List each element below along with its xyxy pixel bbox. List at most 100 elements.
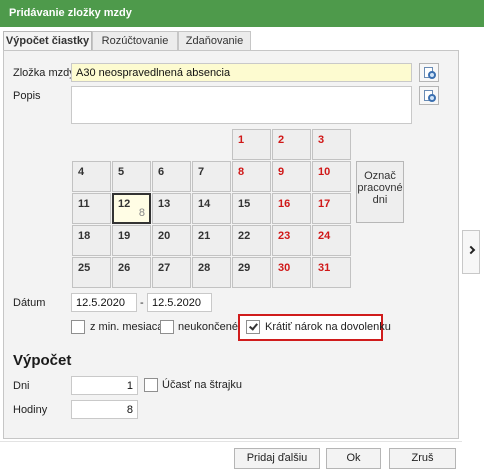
calendar-day[interactable]: 31 — [312, 257, 351, 288]
datum-from-field[interactable]: 12.5.2020 — [71, 293, 137, 312]
kratit-narok-checkbox[interactable] — [246, 320, 260, 334]
calendar-day[interactable]: 7 — [192, 161, 231, 192]
calendar-day-number: 31 — [318, 262, 331, 274]
strajk-checkbox[interactable] — [144, 378, 158, 392]
calendar-day[interactable]: 10 — [312, 161, 351, 192]
tab-rozuctovanie[interactable]: Rozúčtovanie — [92, 31, 178, 51]
datum-separator: - — [140, 297, 144, 309]
hodiny-label: Hodiny — [13, 404, 48, 416]
calendar-day[interactable]: 30 — [272, 257, 311, 288]
calendar-day[interactable]: 16 — [272, 193, 311, 224]
tab-zdanovanie[interactable]: Zdaňovanie — [178, 31, 251, 51]
calendar-day-number: 15 — [238, 198, 251, 210]
calendar-day-number: 16 — [278, 198, 291, 210]
calendar-day[interactable]: 18 — [72, 225, 111, 256]
calendar-day[interactable]: 13 — [152, 193, 191, 224]
checkmark-icon — [249, 321, 258, 331]
calendar-day-today[interactable]: 12 8 — [112, 193, 151, 224]
calendar-day-number: 25 — [78, 262, 91, 274]
dni-label: Dni — [13, 380, 30, 392]
calendar-day-number: 24 — [318, 230, 331, 242]
calendar-day-number: 1 — [238, 134, 245, 146]
calendar-day-number: 11 — [78, 198, 90, 210]
calendar-day[interactable]: 3 — [312, 129, 351, 160]
calendar-day[interactable]: 27 — [152, 257, 191, 288]
window-title: Pridávanie zložky mzdy — [0, 0, 484, 27]
calendar-day[interactable]: 11 — [72, 193, 111, 224]
strajk-label: Účasť na štrajku — [162, 379, 242, 391]
chevron-right-icon — [466, 245, 476, 255]
calendar-day-number: 26 — [118, 262, 131, 274]
calendar-day-number: 27 — [158, 262, 171, 274]
calendar-day-number: 17 — [318, 198, 331, 210]
hodiny-field[interactable]: 8 — [71, 400, 138, 419]
pridaj-dalsiu-button[interactable]: Pridaj ďalšiu — [234, 448, 320, 469]
calendar-day-number: 23 — [278, 230, 291, 242]
calendar-day-number: 10 — [318, 166, 331, 178]
calendar-day-number: 14 — [198, 198, 211, 210]
datum-label: Dátum — [13, 297, 46, 309]
search-icon — [428, 94, 436, 102]
calendar-day[interactable]: 8 — [232, 161, 271, 192]
calendar-day[interactable]: 25 — [72, 257, 111, 288]
search-icon — [428, 71, 436, 79]
calendar-day-number: 8 — [238, 166, 245, 178]
calendar-day[interactable]: 6 — [152, 161, 191, 192]
calendar-day-number: 18 — [78, 230, 91, 242]
neukoncene-checkbox[interactable] — [160, 320, 174, 334]
datum-to-field[interactable]: 12.5.2020 — [147, 293, 212, 312]
calendar-day-number: 6 — [158, 166, 165, 178]
calendar-day[interactable]: 22 — [232, 225, 271, 256]
calendar-day-number: 20 — [158, 230, 171, 242]
calendar-day-number: 3 — [318, 134, 325, 146]
calendar-day[interactable]: 26 — [112, 257, 151, 288]
calendar-day[interactable]: 23 — [272, 225, 311, 256]
calendar-day[interactable]: 24 — [312, 225, 351, 256]
zlozka-lookup-button[interactable] — [419, 63, 439, 82]
z-min-mesiaca-label: z min. mesiaca — [90, 321, 164, 333]
zlozka-mzdy-field[interactable]: A30 neospravedlnená absencia — [71, 63, 412, 82]
zlozka-label: Zložka mzdy — [13, 67, 75, 79]
calendar-day-number: 22 — [238, 230, 251, 242]
calendar-day[interactable]: 1 — [232, 129, 271, 160]
calendar-day[interactable]: 4 — [72, 161, 111, 192]
calendar-day[interactable]: 9 — [272, 161, 311, 192]
calendar-day[interactable]: 2 — [272, 129, 311, 160]
calendar-day[interactable]: 5 — [112, 161, 151, 192]
calendar-day-hours: 8 — [138, 207, 145, 219]
popis-field[interactable] — [71, 86, 412, 124]
expand-side-panel-button[interactable] — [462, 230, 480, 274]
popis-lookup-button[interactable] — [419, 86, 439, 105]
zrus-button[interactable]: Zruš — [389, 448, 456, 469]
calendar-day-number: 5 — [118, 166, 125, 178]
neukoncene-label: neukončené — [178, 321, 238, 333]
calendar-day-number: 30 — [278, 262, 291, 274]
calendar-day[interactable]: 17 — [312, 193, 351, 224]
calendar-day-number: 21 — [198, 230, 211, 242]
calendar-day-number: 7 — [198, 166, 205, 178]
calendar-day-number: 9 — [278, 166, 285, 178]
calendar-day[interactable]: 15 — [232, 193, 271, 224]
calendar-day-number: 19 — [118, 230, 131, 242]
calendar-day-number: 29 — [238, 262, 251, 274]
calendar-day-number: 13 — [158, 198, 171, 210]
calendar-day[interactable]: 21 — [192, 225, 231, 256]
vypocet-title: Výpočet — [13, 352, 72, 369]
tab-vypocet-ciastky[interactable]: Výpočet čiastky — [3, 31, 92, 52]
calendar-day[interactable]: 19 — [112, 225, 151, 256]
ok-button[interactable]: Ok — [326, 448, 381, 469]
calendar-day-number: 12 — [118, 198, 131, 210]
calendar-day[interactable]: 14 — [192, 193, 231, 224]
dni-field[interactable]: 1 — [71, 376, 138, 395]
footer-divider — [0, 441, 462, 442]
popis-label: Popis — [13, 90, 41, 102]
calendar-day-number: 4 — [78, 166, 85, 178]
calendar-day[interactable]: 29 — [232, 257, 271, 288]
calendar-day[interactable]: 28 — [192, 257, 231, 288]
calendar-day-number: 2 — [278, 134, 285, 146]
kratit-narok-label: Krátiť nárok na dovolenku — [265, 321, 391, 333]
z-min-mesiaca-checkbox[interactable] — [71, 320, 85, 334]
calendar-day-number: 28 — [198, 262, 211, 274]
oznac-pracovne-dni-button[interactable]: Označ pracovné dni — [356, 161, 404, 223]
calendar-day[interactable]: 20 — [152, 225, 191, 256]
